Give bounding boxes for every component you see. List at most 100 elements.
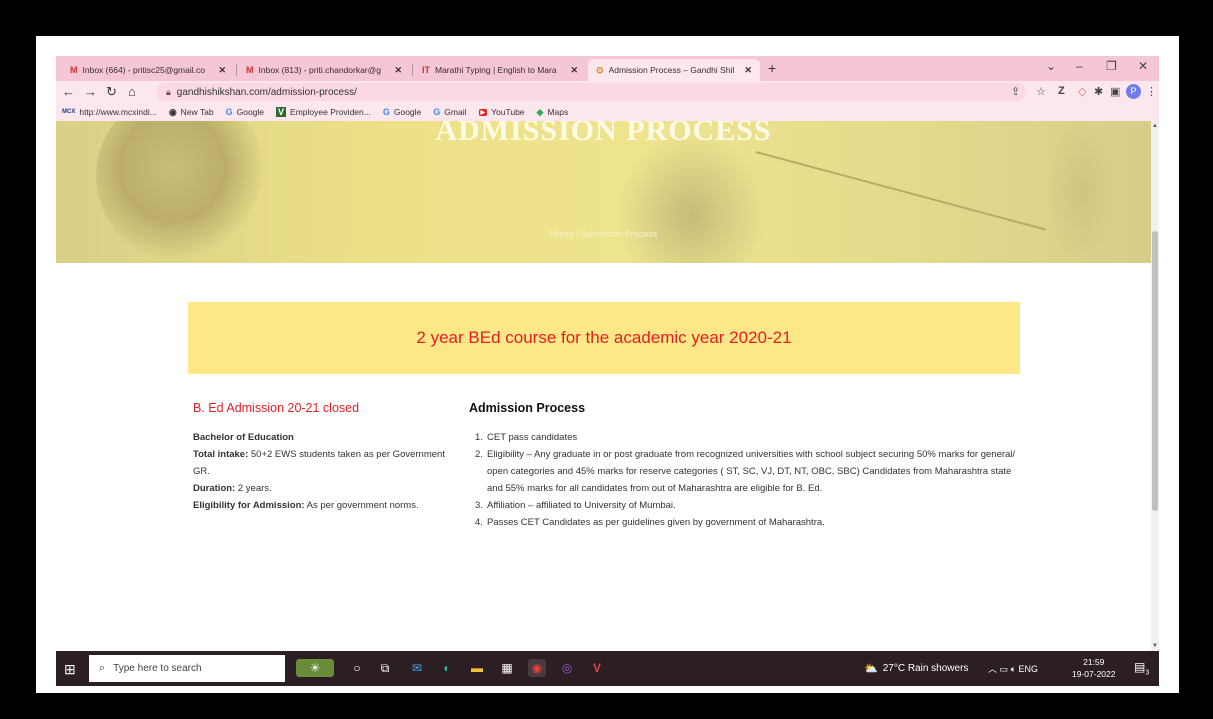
tab-marathi-typing[interactable]: IT Marathi Typing | English to Mara ✕ bbox=[414, 59, 586, 81]
bookmark-epfo[interactable]: V Employee Providen... bbox=[276, 107, 371, 117]
hero-photo-figure bbox=[616, 131, 766, 263]
admission-process-heading: Admission Process bbox=[469, 401, 586, 415]
volume-icon[interactable]: 🔈︎ bbox=[1011, 664, 1016, 674]
notification-icon[interactable]: ▤3 bbox=[1134, 660, 1149, 676]
epfo-icon: V bbox=[276, 107, 287, 117]
star-icon[interactable]: ☆ bbox=[1036, 85, 1046, 98]
tab-admission-process[interactable]: ⊙ Admission Process – Gandhi Shil ✕ bbox=[588, 59, 760, 81]
bookmark-gmail[interactable]: G Gmail bbox=[433, 107, 466, 117]
network-icon[interactable]: ▭ bbox=[1000, 664, 1009, 674]
admission-status-heading: B. Ed Admission 20-21 closed bbox=[193, 401, 360, 415]
restore-button[interactable]: ❐ bbox=[1106, 59, 1117, 73]
forward-button[interactable]: → bbox=[84, 84, 97, 99]
hero-banner: ADMISSION PROCESS Home / Admission Proce… bbox=[56, 121, 1151, 263]
clock-date: 19-07-2022 bbox=[1072, 669, 1116, 679]
list-text: CET pass candidates bbox=[487, 432, 578, 443]
scroll-up-icon[interactable]: ▲ bbox=[1152, 123, 1158, 129]
tab-title: Inbox (813) - priti.chandorkar@g bbox=[258, 65, 382, 75]
address-bar-row: ← → ↻ ⌂ 🔒︎ gandhishikshan.com/admission-… bbox=[56, 81, 1159, 103]
tab-inbox-1[interactable]: M Inbox (664) - pritisc25@gmail.co ✕ bbox=[62, 59, 234, 81]
sidepanel-icon[interactable]: ▣ bbox=[1110, 85, 1120, 98]
list-text: Affiliation – affiliated to University o… bbox=[487, 500, 676, 511]
minimize-button[interactable]: – bbox=[1076, 59, 1083, 73]
task-view-icon[interactable]: ⧉ bbox=[376, 659, 394, 677]
weather-status[interactable]: ⛅ 27°C Rain showers bbox=[864, 662, 968, 675]
windows-start-icon[interactable]: ⊞ bbox=[64, 661, 76, 678]
scroll-down-icon[interactable]: ▼ bbox=[1152, 643, 1158, 649]
list-item: 3. Affiliation – affiliated to University… bbox=[469, 497, 1029, 514]
mcx-icon: MCX bbox=[62, 109, 76, 115]
search-icon: ⌕ bbox=[99, 662, 106, 674]
tab-inbox-2[interactable]: M Inbox (813) - priti.chandorkar@g ✕ bbox=[238, 59, 410, 81]
language-indicator[interactable]: ENG bbox=[1018, 664, 1038, 674]
system-tray[interactable]: ︿ ▭ 🔈︎ ENG bbox=[988, 662, 1038, 675]
google-icon: G bbox=[225, 107, 233, 117]
weather-text: 27°C Rain showers bbox=[882, 663, 969, 674]
typing-icon: IT bbox=[422, 65, 430, 75]
extension-z-icon[interactable]: Z bbox=[1058, 85, 1065, 97]
list-text: Eligibility – Any graduate in or post gr… bbox=[487, 449, 1016, 494]
list-item: 4. Passes CET Candidates as per guideline… bbox=[469, 514, 1029, 531]
chevron-up-icon[interactable]: ︿ bbox=[988, 664, 997, 674]
cortana-icon[interactable]: ○ bbox=[348, 659, 366, 677]
maps-icon: ◆ bbox=[536, 106, 544, 117]
clock-time: 21:59 bbox=[1083, 657, 1105, 667]
bookmark-youtube[interactable]: ▶ YouTube bbox=[478, 107, 525, 117]
bookmark-maps[interactable]: ◆ Maps bbox=[537, 107, 569, 118]
taskbar-search-input[interactable]: ⌕ Type here to search bbox=[89, 655, 285, 682]
list-item: 1. CET pass candidates bbox=[469, 429, 1029, 446]
globe-icon: ◉ bbox=[168, 106, 177, 117]
list-number: 4. bbox=[475, 517, 483, 528]
course-name-text: Bachelor of Education bbox=[193, 432, 294, 443]
breadcrumb[interactable]: Home / Admission Process bbox=[56, 229, 1151, 239]
home-button[interactable]: ⌂ bbox=[128, 84, 136, 99]
close-icon[interactable]: ✕ bbox=[744, 65, 752, 76]
store-icon[interactable]: ▦ bbox=[498, 659, 516, 677]
chrome-icon[interactable]: ◉ bbox=[528, 659, 546, 677]
bookmark-google[interactable]: G Google bbox=[226, 107, 264, 117]
lock-icon: 🔒︎ bbox=[166, 86, 171, 97]
back-button[interactable]: ← bbox=[62, 84, 75, 99]
close-icon[interactable]: ✕ bbox=[394, 65, 402, 76]
close-icon[interactable]: ✕ bbox=[218, 65, 226, 76]
url-input[interactable]: 🔒︎ gandhishikshan.com/admission-process/ bbox=[156, 83, 1026, 101]
total-intake: Total intake: 50+2 EWS students taken as… bbox=[193, 446, 463, 480]
close-window-button[interactable]: ✕ bbox=[1138, 59, 1148, 73]
puzzle-icon[interactable]: ✱ bbox=[1094, 85, 1103, 98]
duration-value: 2 years. bbox=[235, 483, 272, 494]
tab-title: Inbox (664) - pritisc25@gmail.co bbox=[82, 65, 205, 75]
mail-icon[interactable]: ✉ bbox=[408, 659, 426, 677]
bookmark-google-2[interactable]: G Google bbox=[383, 107, 421, 117]
new-tab-button[interactable]: + bbox=[768, 60, 776, 76]
edge-icon[interactable]: ◐ bbox=[438, 659, 456, 677]
clock[interactable]: 21:59 19-07-2022 bbox=[1072, 656, 1115, 680]
bookmark-label: Google bbox=[393, 107, 422, 117]
share-icon[interactable]: ⇪ bbox=[1011, 85, 1020, 98]
weather-widget-icon[interactable]: ☀ bbox=[296, 659, 334, 677]
chevron-down-icon[interactable]: ⌄ bbox=[1046, 59, 1056, 73]
extension-icon[interactable]: ◇ bbox=[1078, 85, 1086, 98]
avatar[interactable]: P bbox=[1126, 84, 1141, 99]
photo-border: M Inbox (664) - pritisc25@gmail.co ✕ M I… bbox=[0, 0, 1213, 719]
google-icon: G bbox=[433, 107, 441, 117]
app-v-icon[interactable]: V bbox=[588, 659, 606, 677]
page-title: ADMISSION PROCESS bbox=[435, 121, 772, 147]
bookmark-mcx[interactable]: MCX http://www.mcxindi... bbox=[62, 107, 157, 117]
site-icon: ⊙ bbox=[596, 64, 604, 75]
google-icon: G bbox=[382, 107, 390, 117]
bookmark-new-tab[interactable]: ◉ New Tab bbox=[169, 107, 214, 118]
close-icon[interactable]: ✕ bbox=[570, 65, 578, 76]
course-banner: 2 year BEd course for the academic year … bbox=[188, 302, 1020, 374]
app-icon[interactable]: ◎ bbox=[558, 659, 576, 677]
gmail-icon: M bbox=[70, 65, 78, 75]
file-explorer-icon[interactable]: ▬ bbox=[468, 659, 486, 677]
reload-button[interactable]: ↻ bbox=[106, 84, 117, 100]
scrollbar-thumb[interactable] bbox=[1152, 231, 1158, 511]
notification-count: 3 bbox=[1145, 669, 1150, 677]
tab-title: Admission Process – Gandhi Shil bbox=[608, 65, 735, 75]
eligibility: Eligibility for Admission: As per govern… bbox=[193, 497, 463, 514]
url-text: gandhishikshan.com/admission-process/ bbox=[176, 86, 357, 98]
page-scrollbar[interactable]: ▲ ▼ bbox=[1151, 121, 1159, 651]
gmail-icon: M bbox=[246, 65, 254, 75]
menu-icon[interactable]: ⋮ bbox=[1146, 85, 1157, 98]
